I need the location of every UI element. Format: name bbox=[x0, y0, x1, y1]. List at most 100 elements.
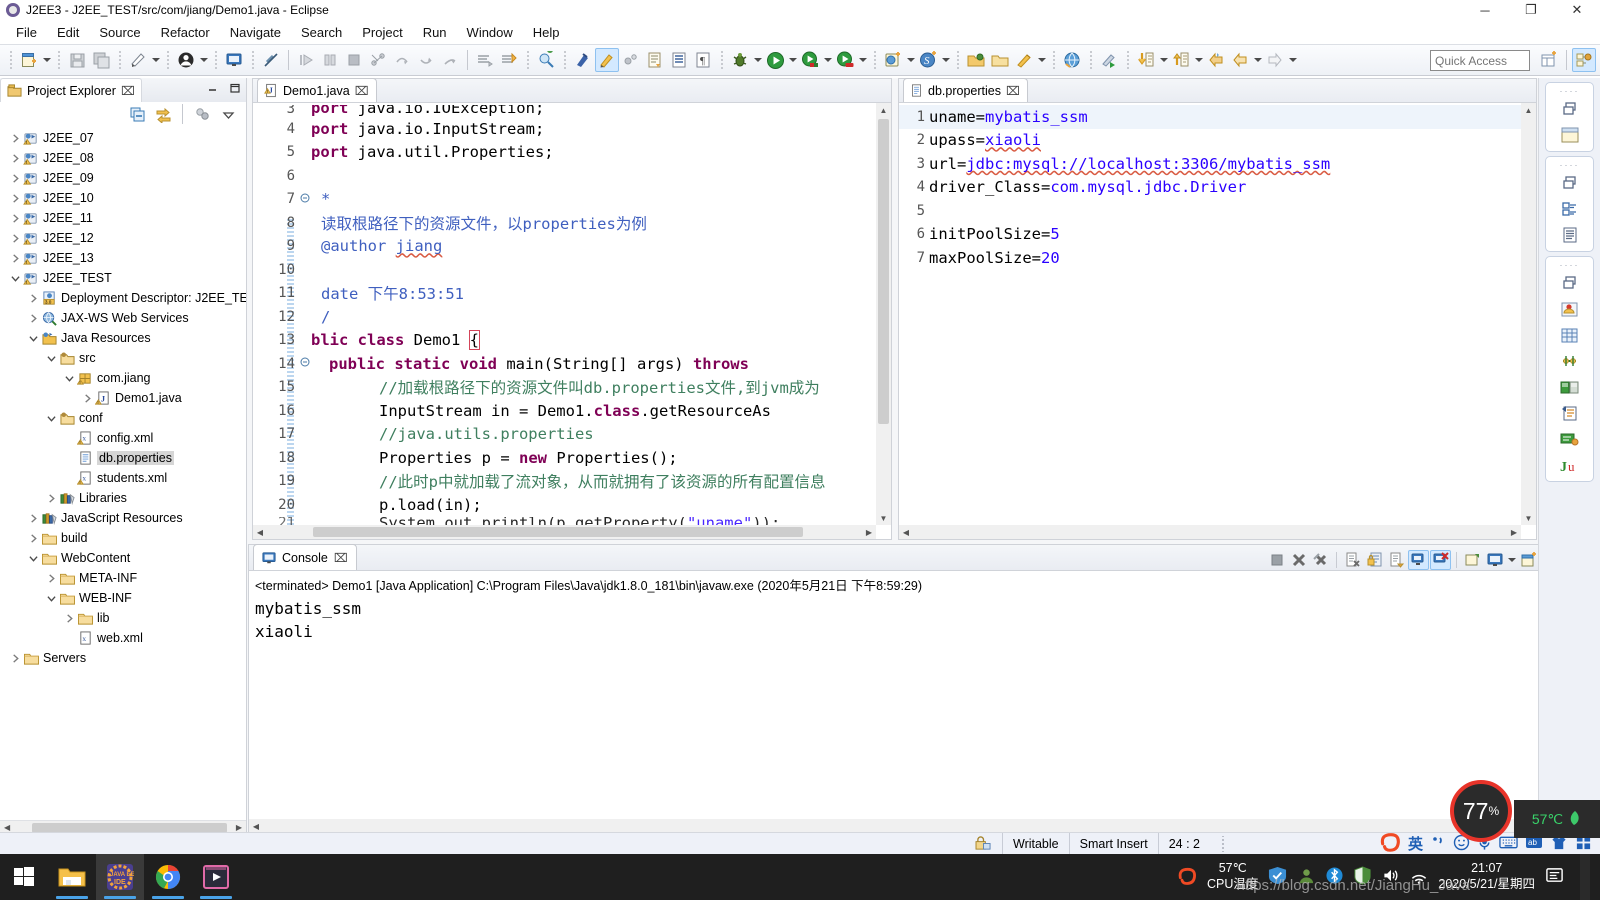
tree-item-j2ee-07[interactable]: ! J2EE_07 bbox=[0, 128, 246, 148]
scroll-down-icon[interactable]: ▼ bbox=[876, 511, 891, 525]
console-icon[interactable] bbox=[222, 48, 246, 72]
run-server-icon[interactable] bbox=[798, 48, 822, 72]
scroll-right-icon[interactable]: ▶ bbox=[862, 528, 876, 537]
rail-grip[interactable]: ···· bbox=[1546, 260, 1593, 270]
rail-grip[interactable]: ···· bbox=[1546, 160, 1593, 170]
pin-console-icon[interactable] bbox=[1408, 550, 1429, 570]
tree-item-j2ee-13[interactable]: ! J2EE_13 bbox=[0, 248, 246, 268]
snippets-view-icon[interactable] bbox=[1546, 374, 1593, 400]
taskbar-chrome-icon[interactable] bbox=[144, 854, 192, 900]
close-icon[interactable]: ⌧ bbox=[121, 84, 135, 98]
chevron-right-icon[interactable] bbox=[26, 308, 40, 328]
tree-item-web-xml[interactable]: x web.xml bbox=[0, 628, 246, 648]
menu-window[interactable]: Window bbox=[457, 22, 523, 43]
console-rail-icon[interactable] bbox=[1546, 426, 1593, 452]
open-console-icon[interactable] bbox=[1462, 550, 1483, 570]
tree-item-lib[interactable]: lib bbox=[0, 608, 246, 628]
open-perspective-icon[interactable] bbox=[1537, 48, 1561, 72]
chevron-down-icon[interactable] bbox=[8, 268, 22, 288]
show-console-on-output-icon[interactable] bbox=[1386, 550, 1407, 570]
scroll-thumb[interactable] bbox=[313, 527, 803, 537]
user-dropdown[interactable] bbox=[198, 48, 209, 72]
chevron-down-icon[interactable] bbox=[62, 368, 76, 388]
link-with-editor-icon[interactable] bbox=[151, 102, 175, 126]
tree-item-libraries[interactable]: Libraries bbox=[0, 488, 246, 508]
new-console-view-icon[interactable] bbox=[1484, 550, 1505, 570]
new-web-dropdown[interactable] bbox=[905, 48, 916, 72]
problems-view-icon[interactable] bbox=[1546, 400, 1593, 426]
step-return-icon[interactable] bbox=[414, 48, 438, 72]
scroll-up-icon[interactable]: ▲ bbox=[1521, 103, 1536, 117]
view-menu-icon[interactable] bbox=[216, 102, 240, 126]
globe-icon[interactable] bbox=[1060, 48, 1084, 72]
tab-project-explorer[interactable]: Project Explorer ⌧ bbox=[0, 78, 142, 102]
properties-view-icon[interactable] bbox=[1546, 348, 1593, 374]
windows-start-icon[interactable] bbox=[0, 854, 48, 900]
menu-project[interactable]: Project bbox=[352, 22, 412, 43]
chevron-right-icon[interactable] bbox=[8, 208, 22, 228]
properties-hscrollbar[interactable]: ◀ ▶ bbox=[899, 525, 1521, 539]
chevron-right-icon[interactable] bbox=[8, 648, 22, 668]
scroll-left-icon[interactable]: ◀ bbox=[253, 528, 267, 537]
console-dropdown[interactable] bbox=[1506, 548, 1517, 572]
run-stop-dropdown[interactable] bbox=[857, 48, 868, 72]
tree-item-j2ee-test[interactable]: ! J2EE_TEST bbox=[0, 268, 246, 288]
export-icon[interactable] bbox=[1169, 48, 1193, 72]
junit-view-icon[interactable]: Ju bbox=[1546, 452, 1593, 478]
new-wizard-dropdown[interactable] bbox=[41, 48, 52, 72]
scroll-right-icon[interactable]: ▶ bbox=[1507, 528, 1521, 537]
chevron-right-icon[interactable] bbox=[8, 148, 22, 168]
terminate-icon[interactable] bbox=[342, 48, 366, 72]
toggle-block-icon[interactable] bbox=[667, 48, 691, 72]
project-tree[interactable]: ! J2EE_07! J2EE_08! J2EE_09! J2EE_10! J2EE_11… bbox=[0, 126, 246, 820]
new-wizard-icon[interactable] bbox=[17, 48, 41, 72]
chevron-right-icon[interactable] bbox=[26, 508, 40, 528]
close-icon[interactable]: ⌧ bbox=[1006, 84, 1020, 98]
tree-item-demo1-java[interactable]: J! Demo1.java bbox=[0, 388, 246, 408]
profile-icon[interactable] bbox=[1097, 48, 1121, 72]
taskbar-eclipse-j2ee-ide-icon[interactable]: JAVA EE IDE bbox=[96, 854, 144, 900]
close-icon[interactable]: ⌧ bbox=[355, 84, 369, 98]
open-task-icon[interactable] bbox=[473, 48, 497, 72]
scroll-left-icon[interactable]: ◀ bbox=[899, 528, 913, 537]
fold-collapse-icon[interactable] bbox=[299, 193, 311, 206]
forward-gray-icon[interactable] bbox=[1263, 48, 1287, 72]
punctuation-icon[interactable] bbox=[1430, 834, 1446, 853]
open-type-icon[interactable] bbox=[643, 48, 667, 72]
servers-view-icon[interactable] bbox=[1546, 296, 1593, 322]
terminate-icon[interactable] bbox=[1266, 550, 1287, 570]
new-console-icon[interactable] bbox=[1518, 550, 1539, 570]
forward-gray-dropdown[interactable] bbox=[1287, 48, 1298, 72]
menu-edit[interactable]: Edit bbox=[47, 22, 89, 43]
tree-item-j2ee-08[interactable]: ! J2EE_08 bbox=[0, 148, 246, 168]
forward-dropdown[interactable] bbox=[1252, 48, 1263, 72]
menu-run[interactable]: Run bbox=[413, 22, 457, 43]
menu-refactor[interactable]: Refactor bbox=[151, 22, 220, 43]
tree-item-j2ee-09[interactable]: ! J2EE_09 bbox=[0, 168, 246, 188]
tree-item-conf[interactable]: conf bbox=[0, 408, 246, 428]
new-web-icon[interactable] bbox=[881, 48, 905, 72]
run-icon[interactable] bbox=[763, 48, 787, 72]
run-stop-icon[interactable] bbox=[833, 48, 857, 72]
link-icon[interactable] bbox=[571, 48, 595, 72]
tree-item-j2ee-10[interactable]: ! J2EE_10 bbox=[0, 188, 246, 208]
publish-icon[interactable] bbox=[126, 48, 150, 72]
menu-search[interactable]: Search bbox=[291, 22, 352, 43]
tree-item-servers[interactable]: Servers bbox=[0, 648, 246, 668]
quick-access-input[interactable] bbox=[1430, 50, 1530, 71]
java-vscrollbar[interactable]: ▲ ▼ bbox=[876, 103, 891, 525]
clear-console-icon[interactable] bbox=[1342, 550, 1363, 570]
scroll-thumb[interactable] bbox=[32, 822, 228, 833]
tree-item-jax-ws-web-services[interactable]: JAX-WS Web Services bbox=[0, 308, 246, 328]
chevron-down-icon[interactable] bbox=[44, 588, 58, 608]
minimize-button[interactable]: ─ bbox=[1462, 0, 1508, 20]
remove-all-terminated-icon[interactable] bbox=[1310, 550, 1331, 570]
run-dropdown[interactable] bbox=[787, 48, 798, 72]
forward-icon[interactable] bbox=[1228, 48, 1252, 72]
restore-icon[interactable] bbox=[1546, 96, 1593, 122]
scroll-thumb[interactable] bbox=[878, 119, 889, 424]
chevron-right-icon[interactable] bbox=[26, 288, 40, 308]
ime-language-indicator[interactable]: 英 bbox=[1408, 833, 1423, 854]
tree-item-j2ee-12[interactable]: ! J2EE_12 bbox=[0, 228, 246, 248]
pause-icon[interactable] bbox=[318, 48, 342, 72]
